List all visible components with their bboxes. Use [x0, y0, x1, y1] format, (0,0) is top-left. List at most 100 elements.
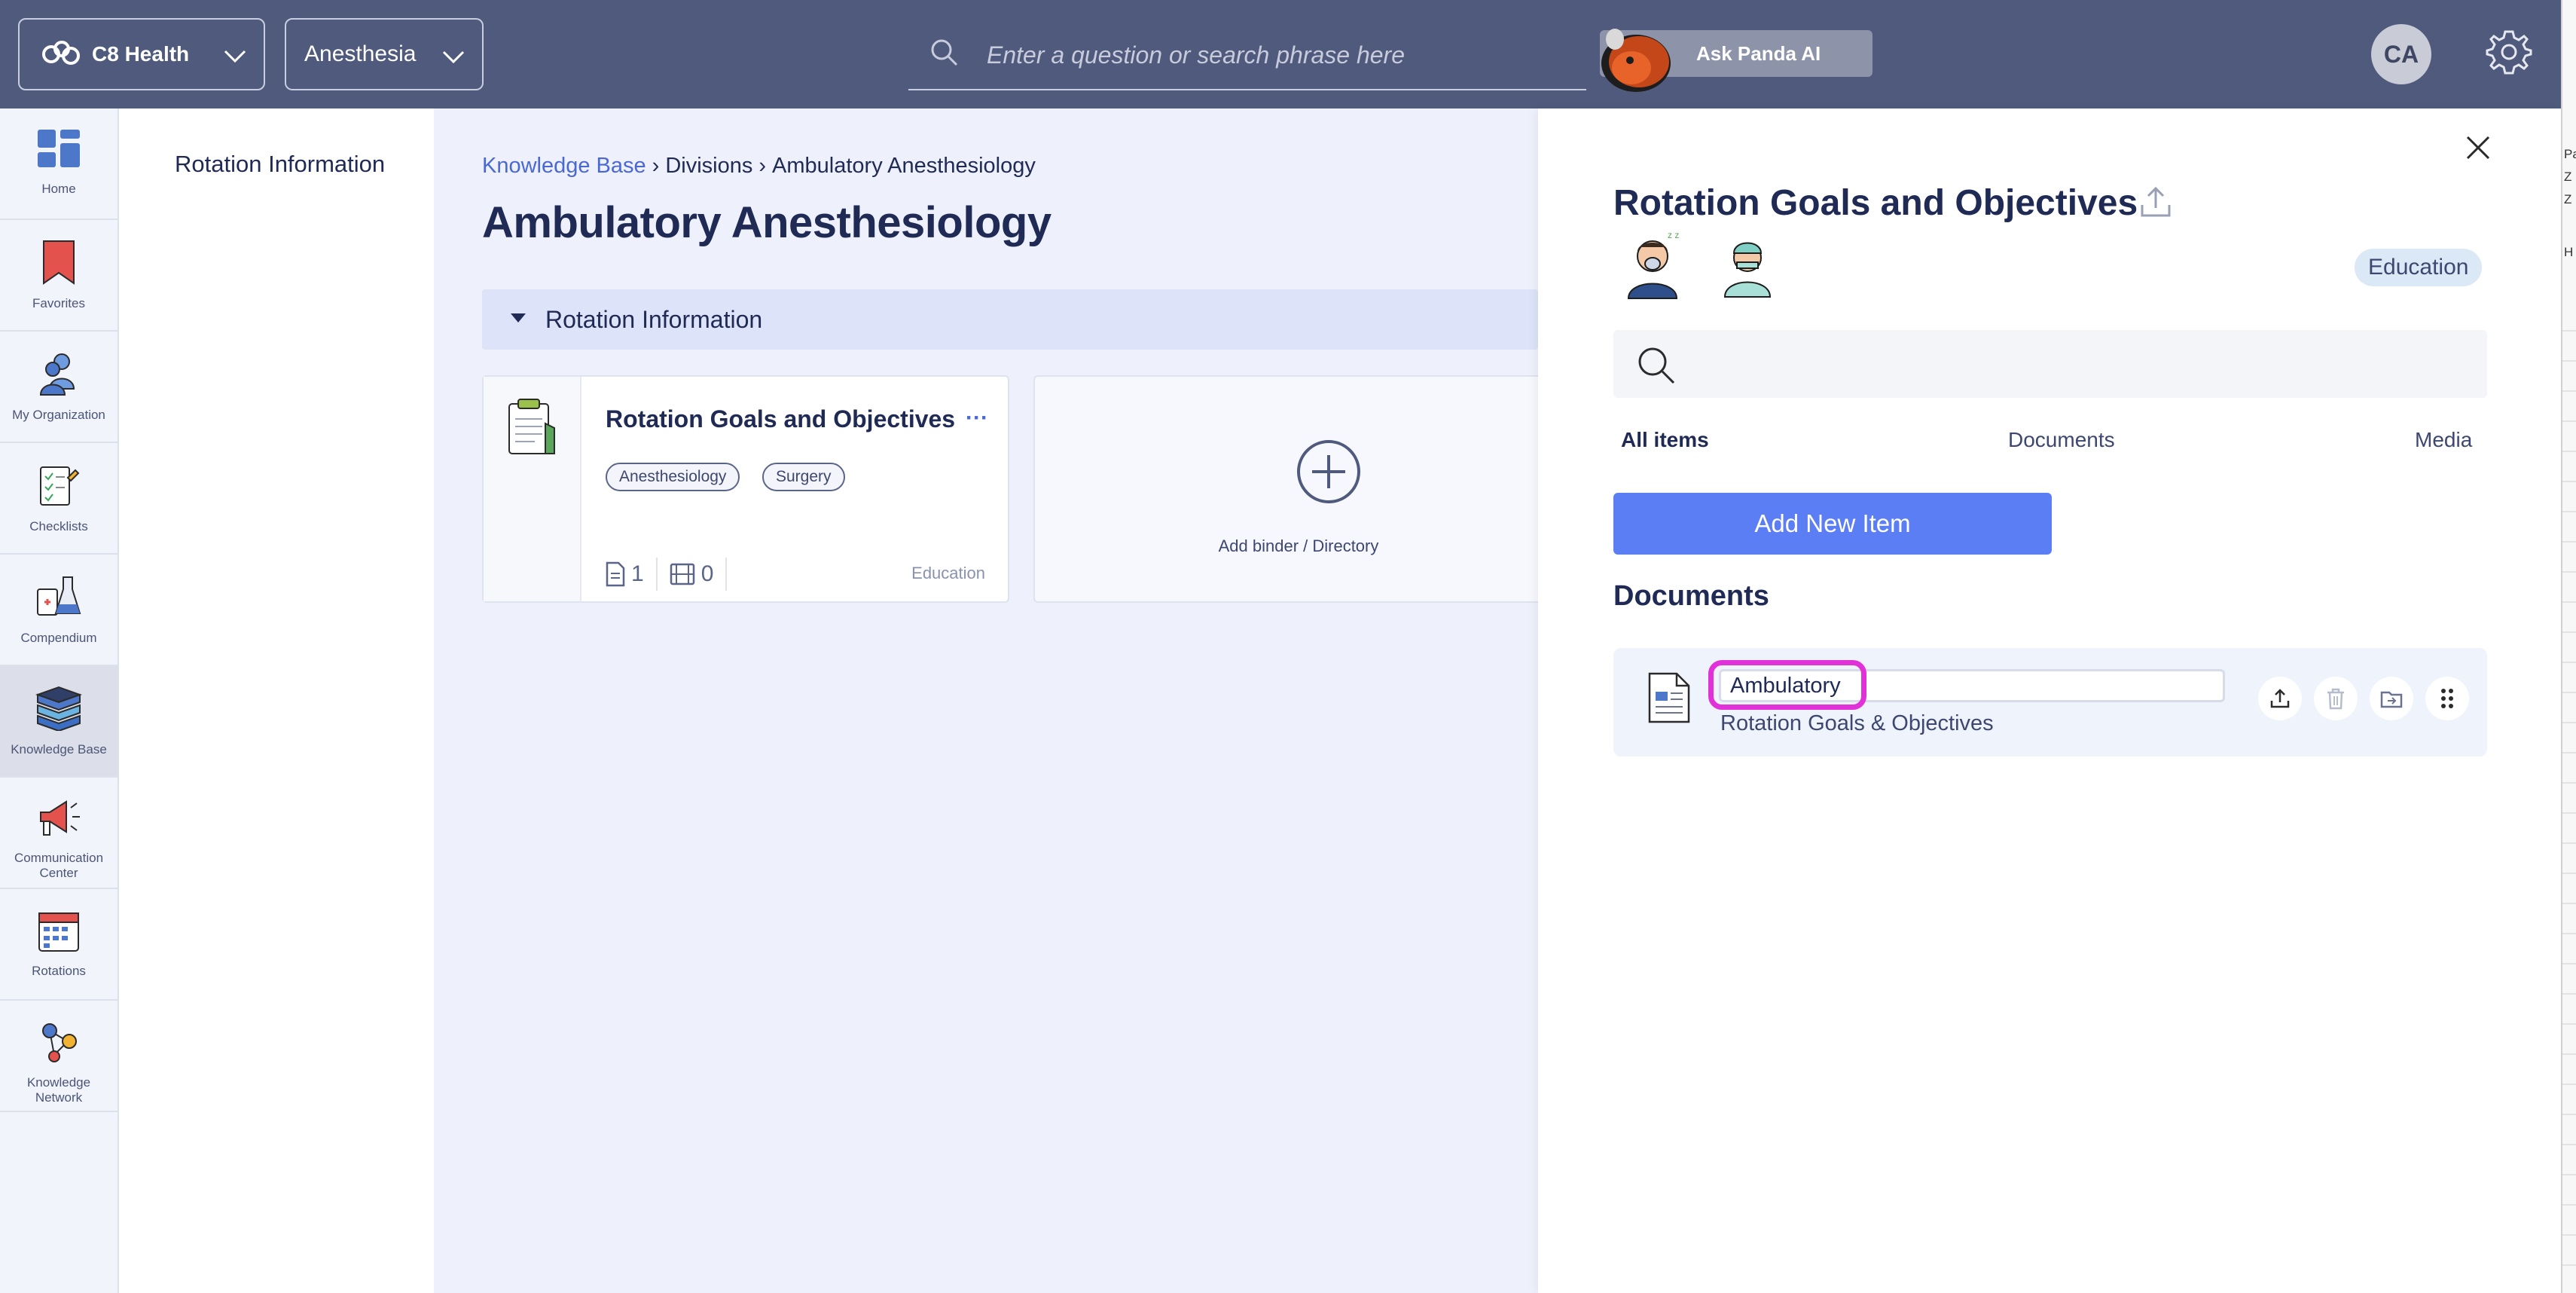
add-circle-icon[interactable] — [1296, 439, 1362, 509]
sidebar-item-home[interactable]: Home — [0, 109, 118, 220]
surgeon-icon — [1720, 232, 1775, 302]
tree-panel: Rotation Information — [121, 109, 434, 1293]
chevron-down-icon — [223, 45, 247, 69]
document-item[interactable]: Rotation Goals & Objectives — [1613, 648, 2487, 757]
organization-name: C8 Health — [92, 42, 190, 66]
panel-title: Rotation Goals and Objectives — [1613, 183, 2138, 223]
binder-card[interactable]: Rotation Goals and Objectives ··· Anesth… — [482, 375, 1009, 603]
edge-text-1: Pa — [2564, 147, 2576, 161]
organization-selector[interactable]: C8 Health — [18, 18, 265, 90]
breadcrumb-divisions[interactable]: Divisions — [665, 154, 752, 178]
detail-panel: Rotation Goals and Objectives z z Educat… — [1538, 109, 2561, 1293]
more-options-icon[interactable]: ··· — [966, 405, 988, 431]
document-icon — [606, 561, 625, 587]
sidebar-item-label: My Organization — [12, 408, 105, 422]
sidebar-item-favorites[interactable]: Favorites — [0, 220, 118, 332]
breadcrumb-knowledge-base[interactable]: Knowledge Base — [482, 154, 646, 178]
sidebar-item-label: Compendium — [20, 631, 97, 645]
category-badge: Education — [2355, 249, 2483, 286]
breadcrumb-separator-icon: › — [652, 154, 660, 178]
section-header[interactable]: Rotation Information — [482, 289, 1538, 350]
sidebar-item-checklists[interactable]: Checklists — [0, 443, 118, 555]
sidebar-item-rotations[interactable]: Rotations — [0, 889, 118, 1001]
edge-text-4: H — [2564, 245, 2574, 259]
spreadsheet-grid — [2562, 301, 2576, 1293]
sidebar-item-label: Knowledge Network — [26, 1075, 91, 1105]
panda-mascot-icon — [1597, 23, 1681, 99]
tag-surgery[interactable]: Surgery — [762, 463, 845, 491]
edge-text-3: Z — [2564, 192, 2572, 206]
sidebar-item-compendium[interactable]: Compendium — [0, 555, 118, 666]
page-title: Ambulatory Anesthesiology — [482, 198, 1051, 247]
sidebar-item-my-organization[interactable]: My Organization — [0, 332, 118, 443]
department-name: Anesthesia — [304, 41, 417, 66]
card-title[interactable]: Rotation Goals and Objectives — [606, 405, 955, 433]
books-icon — [35, 686, 83, 735]
search-icon — [1634, 344, 1677, 390]
collapse-triangle-icon[interactable] — [509, 312, 527, 328]
edge-text-2: Z — [2564, 170, 2572, 184]
sidebar-item-communication-center[interactable]: Communication Center — [0, 778, 118, 889]
panel-tabs: All items Documents Media — [1613, 428, 2487, 466]
calendar-icon — [38, 909, 80, 956]
global-search-input[interactable] — [985, 36, 1561, 74]
close-icon[interactable] — [2465, 134, 2492, 165]
media-count: 0 — [670, 558, 728, 591]
c8-logo-icon — [41, 39, 83, 69]
breadcrumb: Knowledge Base › Divisions › Ambulatory Anes… — [482, 154, 1036, 179]
people-icon — [38, 351, 80, 400]
add-binder-label: Add binder / Directory — [1218, 536, 1379, 555]
clipboard-icon — [502, 393, 559, 462]
network-icon — [38, 1020, 80, 1068]
tab-all-items[interactable]: All items — [1621, 428, 1709, 452]
chevron-down-icon — [441, 45, 465, 71]
anesthesia-patient-icon: z z — [1622, 229, 1683, 304]
card-icon-column — [484, 377, 581, 601]
document-name-input[interactable] — [1719, 669, 2225, 702]
breadcrumb-current: Ambulatory Anesthesiology — [772, 154, 1036, 178]
tag-anesthesiology[interactable]: Anesthesiology — [606, 463, 740, 491]
sidebar-item-label: Rotations — [32, 964, 86, 978]
section-title: Rotation Information — [545, 305, 763, 333]
gear-icon[interactable] — [2484, 27, 2534, 81]
tree-item-rotation-information[interactable]: Rotation Information — [175, 151, 385, 178]
sidebar-item-label: Knowledge Base — [11, 742, 107, 757]
sidebar-item-label: Home — [41, 182, 76, 196]
card-category: Education — [911, 564, 985, 582]
trash-icon[interactable] — [2314, 677, 2358, 720]
sidebar-item-label: Checklists — [29, 519, 88, 533]
documents-count-value: 1 — [631, 561, 644, 586]
user-avatar[interactable]: CA — [2371, 24, 2431, 84]
panel-search[interactable] — [1613, 330, 2487, 398]
documents-heading: Documents — [1613, 580, 1769, 612]
drag-handle-icon[interactable] — [2425, 677, 2469, 720]
panel-search-input[interactable] — [1689, 344, 2460, 386]
documents-count: 1 — [606, 558, 658, 591]
add-new-item-button[interactable]: Add New Item — [1613, 493, 2052, 555]
flask-icon — [36, 574, 81, 623]
top-bar: C8 Health Anesthesia Ask Panda AI CA — [0, 0, 2561, 109]
breadcrumb-separator-icon: › — [758, 154, 767, 178]
add-binder-card[interactable]: Add binder / Directory — [1033, 375, 1561, 603]
sidebar: Home Favorites My Organization Checklist… — [0, 109, 119, 1293]
megaphone-icon — [36, 797, 81, 843]
document-subtitle: Rotation Goals & Objectives — [1720, 711, 1994, 735]
document-file-icon — [1648, 672, 1690, 727]
film-icon — [670, 563, 694, 585]
checklist-icon — [38, 463, 80, 512]
global-search[interactable] — [908, 24, 1586, 90]
move-to-folder-icon[interactable] — [2370, 677, 2413, 720]
home-grid-icon — [36, 128, 81, 174]
sidebar-item-knowledge-network[interactable]: Knowledge Network — [0, 1001, 118, 1112]
ask-panda-ai-label: Ask Panda AI — [1696, 41, 1821, 65]
search-icon — [929, 38, 960, 72]
svg-text:z z: z z — [1668, 230, 1679, 240]
media-count-value: 0 — [700, 561, 714, 586]
main-content: Knowledge Base › Divisions › Ambulatory Anes… — [434, 109, 1561, 1293]
tab-documents[interactable]: Documents — [2008, 428, 2115, 452]
share-upload-icon[interactable] — [2138, 184, 2174, 224]
upload-icon[interactable] — [2258, 677, 2302, 720]
tab-media[interactable]: Media — [2415, 428, 2472, 452]
sidebar-item-knowledge-base[interactable]: Knowledge Base — [0, 666, 118, 778]
department-selector[interactable]: Anesthesia — [285, 18, 484, 90]
